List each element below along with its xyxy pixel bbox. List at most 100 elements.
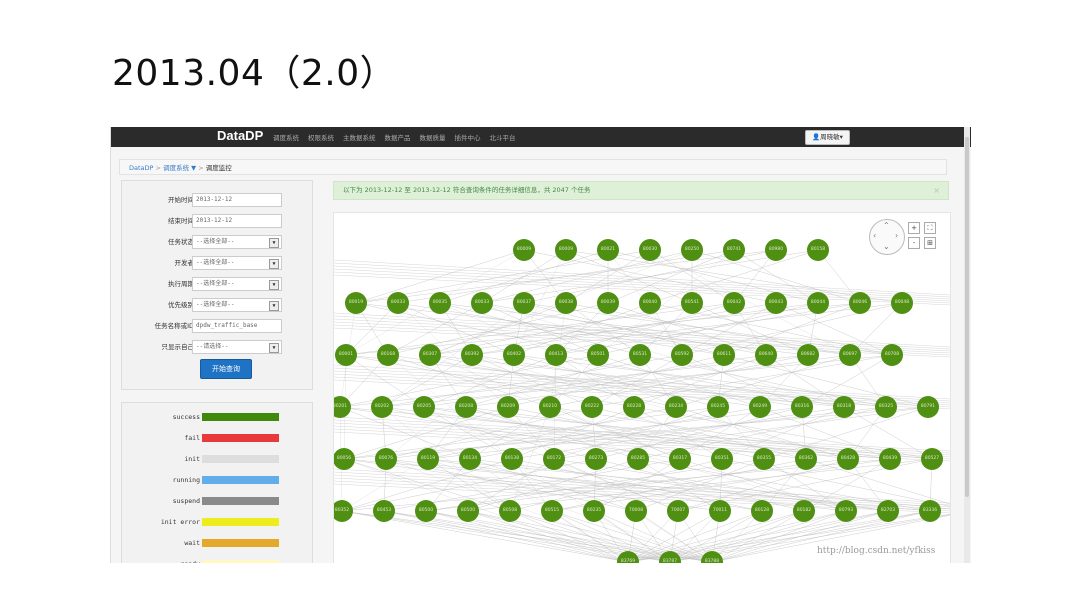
task-node[interactable]: 80316 bbox=[791, 396, 813, 418]
task-node[interactable]: 80208 bbox=[455, 396, 477, 418]
task-node[interactable]: 80500 bbox=[457, 500, 479, 522]
task-node[interactable]: 80392 bbox=[461, 344, 483, 366]
task-node[interactable]: 80708 bbox=[881, 344, 903, 366]
zoom-in-button[interactable]: + bbox=[908, 222, 920, 234]
end-time-input[interactable]: 2013-12-12 bbox=[192, 214, 282, 228]
pan-down-icon[interactable]: ⌄ bbox=[883, 242, 890, 251]
task-node[interactable]: 80209 bbox=[497, 396, 519, 418]
task-node[interactable]: 80040 bbox=[639, 292, 661, 314]
only-mine-select[interactable]: --请选择-- ▼ bbox=[192, 340, 282, 354]
task-node[interactable]: 80697 bbox=[839, 344, 861, 366]
developer-select[interactable]: --选择全部-- ▼ bbox=[192, 256, 282, 270]
breadcrumb-dropdown-icon[interactable]: ▼ bbox=[191, 164, 196, 172]
breadcrumb-root[interactable]: DataDP bbox=[129, 164, 153, 172]
nav-item-data-quality[interactable]: 数据质量 bbox=[420, 132, 446, 142]
pan-left-icon[interactable]: ‹ bbox=[873, 231, 876, 240]
nav-item-master-data[interactable]: 主数据系统 bbox=[343, 132, 376, 142]
task-node[interactable]: 80009 bbox=[513, 239, 535, 261]
task-node[interactable]: 80611 bbox=[713, 344, 735, 366]
task-node[interactable]: 80980 bbox=[765, 239, 787, 261]
task-node[interactable]: 80453 bbox=[373, 500, 395, 522]
task-node[interactable]: 83336 bbox=[919, 500, 941, 522]
task-node[interactable]: 80791 bbox=[917, 396, 939, 418]
task-node[interactable]: 80158 bbox=[807, 239, 829, 261]
task-dependency-graph[interactable]: 80009 80009 80021 80030 80250 80741 80980 80158… bbox=[333, 212, 951, 563]
task-node[interactable]: 80119 bbox=[417, 448, 439, 470]
task-name-input[interactable]: dpdw_traffic_base bbox=[192, 319, 282, 333]
task-node[interactable]: 80531 bbox=[629, 344, 651, 366]
task-node[interactable]: 80019 bbox=[345, 292, 367, 314]
status-select[interactable]: --选择全部-- ▼ bbox=[192, 235, 282, 249]
nav-item-plugin-center[interactable]: 插件中心 bbox=[455, 132, 481, 142]
cycle-select[interactable]: --选择全部-- ▼ bbox=[192, 277, 282, 291]
task-node[interactable]: 80285 bbox=[627, 448, 649, 470]
task-node[interactable]: 80362 bbox=[795, 448, 817, 470]
task-node[interactable]: 80210 bbox=[539, 396, 561, 418]
task-node[interactable]: 80134 bbox=[459, 448, 481, 470]
task-node[interactable]: 80793 bbox=[835, 500, 857, 522]
task-node[interactable]: 80043 bbox=[765, 292, 787, 314]
task-node[interactable]: 80046 bbox=[849, 292, 871, 314]
task-node[interactable]: 80128 bbox=[751, 500, 773, 522]
task-node[interactable]: 80042 bbox=[723, 292, 745, 314]
task-node[interactable]: 80501 bbox=[587, 344, 609, 366]
task-node[interactable]: 80009 bbox=[555, 239, 577, 261]
priority-select[interactable]: --选择全部-- ▼ bbox=[192, 298, 282, 312]
task-node[interactable]: 80076 bbox=[375, 448, 397, 470]
pan-control[interactable]: ⌃ ⌄ ‹ › bbox=[869, 219, 905, 255]
task-node[interactable]: 80048 bbox=[891, 292, 913, 314]
task-node[interactable]: 80182 bbox=[793, 500, 815, 522]
nav-item-scheduling[interactable]: 调度系统 bbox=[273, 132, 299, 142]
page-scrollbar[interactable] bbox=[964, 127, 970, 563]
task-node[interactable]: 70008 bbox=[625, 500, 647, 522]
task-node[interactable]: 70011 bbox=[709, 500, 731, 522]
task-node[interactable]: 82703 bbox=[877, 500, 899, 522]
breadcrumb-section[interactable]: 调度系统 bbox=[163, 164, 189, 172]
task-node[interactable]: 80033 bbox=[387, 292, 409, 314]
task-node[interactable]: 80056 bbox=[334, 448, 355, 470]
task-node[interactable]: 80355 bbox=[753, 448, 775, 470]
task-node[interactable]: 80234 bbox=[665, 396, 687, 418]
task-node[interactable]: 80037 bbox=[513, 292, 535, 314]
task-node[interactable]: 80640 bbox=[755, 344, 777, 366]
task-node[interactable]: 70007 bbox=[667, 500, 689, 522]
task-node[interactable]: 80500 bbox=[415, 500, 437, 522]
task-node[interactable]: 80222 bbox=[581, 396, 603, 418]
task-node[interactable]: 80325 bbox=[875, 396, 897, 418]
task-node[interactable]: 80317 bbox=[669, 448, 691, 470]
task-node[interactable]: 80172 bbox=[543, 448, 565, 470]
task-node[interactable]: 80035 bbox=[429, 292, 451, 314]
pan-up-icon[interactable]: ⌃ bbox=[883, 221, 890, 230]
task-node[interactable]: 80168 bbox=[377, 344, 399, 366]
close-icon[interactable]: × bbox=[933, 182, 940, 199]
task-node[interactable]: 80250 bbox=[681, 239, 703, 261]
task-node[interactable]: 80273 bbox=[585, 448, 607, 470]
fit-view-icon[interactable]: ⊞ bbox=[924, 237, 936, 249]
task-node[interactable]: 80044 bbox=[807, 292, 829, 314]
task-node[interactable]: 80428 bbox=[837, 448, 859, 470]
task-node[interactable]: 80033 bbox=[471, 292, 493, 314]
task-node[interactable]: 80402 bbox=[503, 344, 525, 366]
scrollbar-thumb[interactable] bbox=[965, 137, 969, 497]
nav-item-beidou[interactable]: 北斗平台 bbox=[490, 132, 516, 142]
start-time-input[interactable]: 2013-12-12 bbox=[192, 193, 282, 207]
task-node[interactable]: 80235 bbox=[583, 500, 605, 522]
brand-logo[interactable]: DataDP bbox=[217, 128, 263, 143]
pan-right-icon[interactable]: › bbox=[895, 231, 898, 240]
fullscreen-icon[interactable]: ⛶ bbox=[924, 222, 936, 234]
task-node[interactable]: 80741 bbox=[723, 239, 745, 261]
task-node[interactable]: 80205 bbox=[413, 396, 435, 418]
task-node[interactable]: 80351 bbox=[711, 448, 733, 470]
task-node[interactable]: 80318 bbox=[833, 396, 855, 418]
task-node[interactable]: 80228 bbox=[623, 396, 645, 418]
task-node[interactable]: 80413 bbox=[545, 344, 567, 366]
task-node[interactable]: 80307 bbox=[419, 344, 441, 366]
task-node[interactable]: 80001 bbox=[335, 344, 357, 366]
nav-item-data-products[interactable]: 数据产品 bbox=[385, 132, 411, 142]
nav-item-permissions[interactable]: 权限系统 bbox=[308, 132, 334, 142]
task-node[interactable]: 80592 bbox=[671, 344, 693, 366]
task-node[interactable]: 80030 bbox=[639, 239, 661, 261]
user-menu-button[interactable]: 👤周晓敏▾ bbox=[805, 130, 850, 145]
task-node[interactable]: 80038 bbox=[555, 292, 577, 314]
zoom-out-button[interactable]: - bbox=[908, 237, 920, 249]
